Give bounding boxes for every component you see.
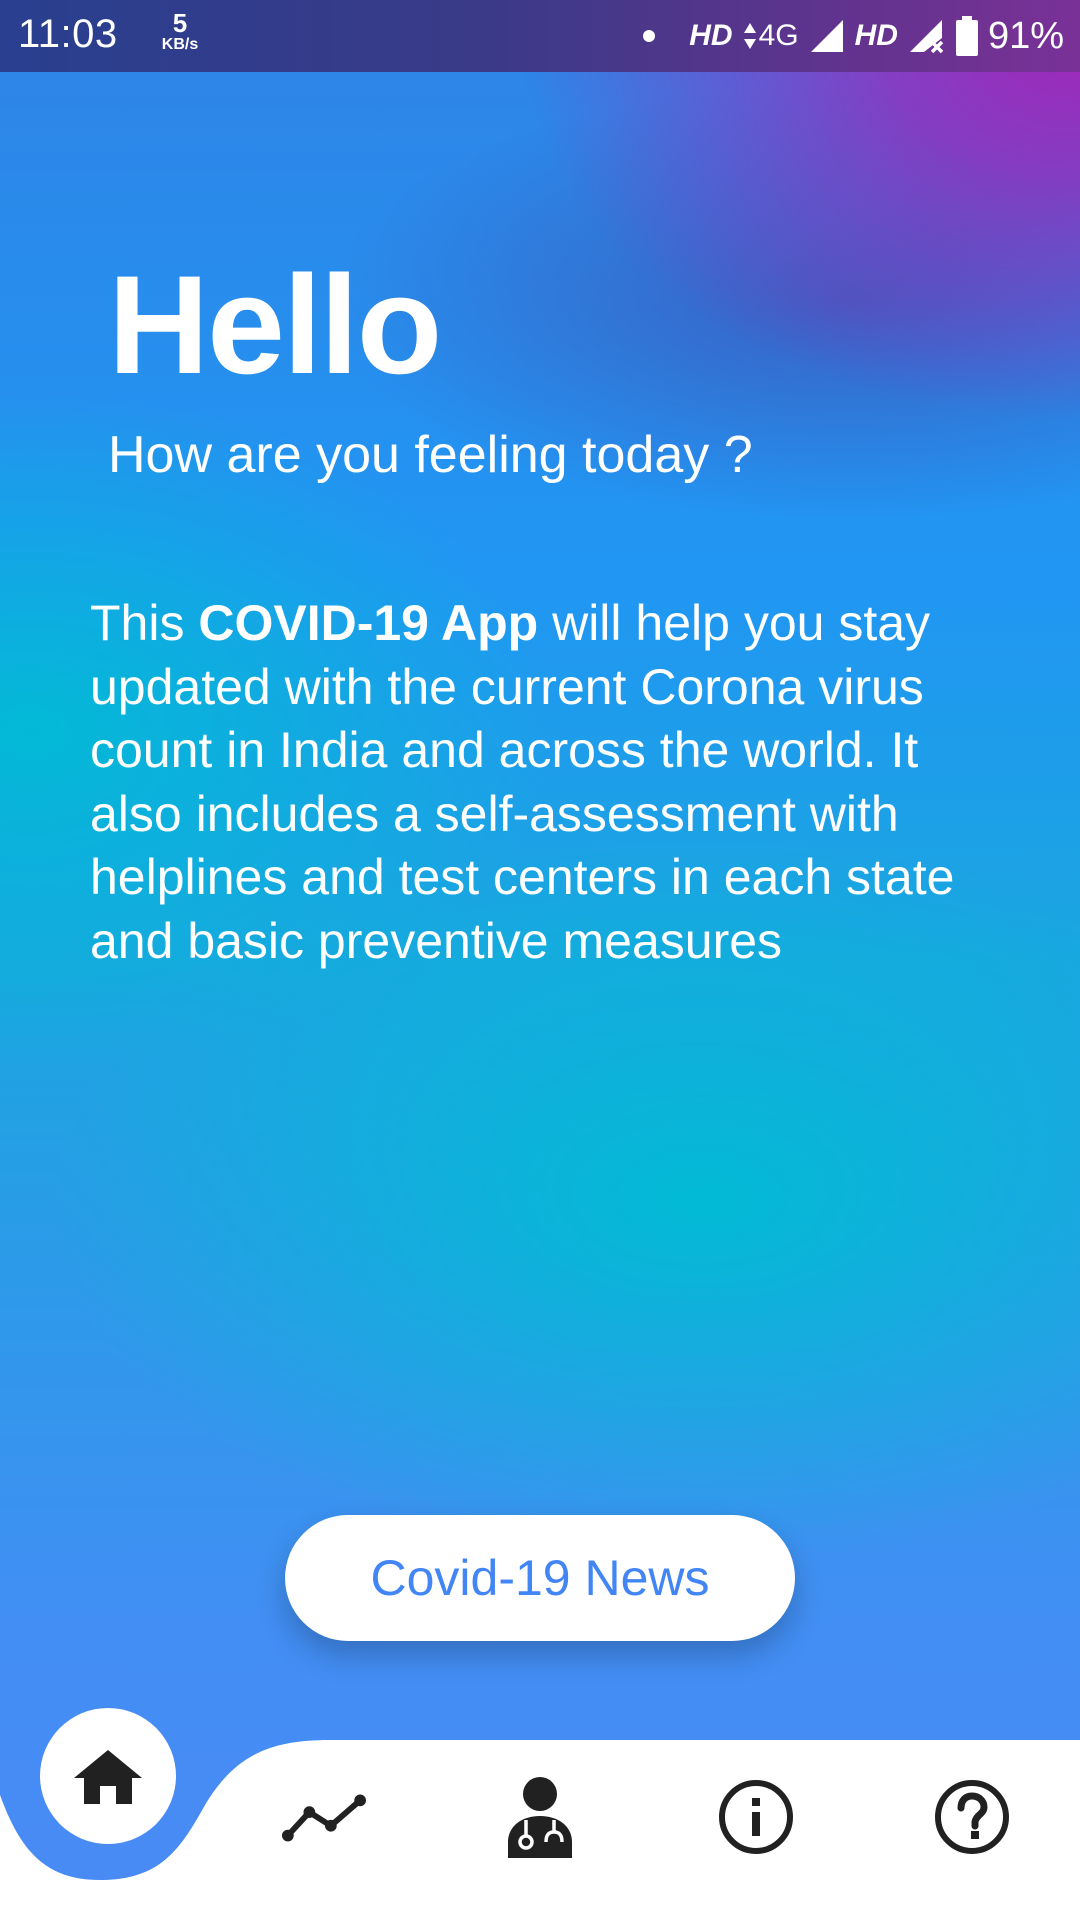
description-app-name: COVID-19 App — [198, 595, 539, 651]
data-activity: 4G — [743, 19, 799, 53]
covid-news-button[interactable]: Covid-19 News — [285, 1515, 795, 1641]
nav-info-button[interactable] — [714, 1775, 798, 1859]
greeting-title: Hello — [108, 246, 442, 403]
nav-stats-button[interactable] — [282, 1775, 366, 1859]
network-type-label: 4G — [758, 19, 799, 52]
app-description: This COVID-19 App will help you stay upd… — [90, 592, 1010, 973]
data-arrows-icon — [743, 23, 756, 49]
nav-help-button[interactable] — [930, 1775, 1014, 1859]
help-icon — [935, 1780, 1009, 1854]
home-icon — [74, 1750, 142, 1804]
app-screen: 11:03 5 KB/s HD 4G HD 91% Hello How are … — [0, 0, 1080, 1920]
signal-no-service-icon — [909, 20, 944, 54]
notification-dot-icon — [643, 30, 656, 42]
status-icons: HD 4G HD 91% — [643, 12, 1064, 60]
status-time: 11:03 — [18, 12, 118, 56]
greeting-subtitle: How are you feeling today ? — [108, 426, 753, 484]
network-speed-unit: KB/s — [161, 36, 199, 53]
info-icon — [719, 1780, 793, 1854]
status-bar: 11:03 5 KB/s HD 4G HD 91% — [0, 0, 1080, 72]
description-rest: will help you stay updated with the curr… — [90, 595, 955, 969]
hd-label-1: HD — [689, 19, 733, 52]
doctor-icon — [508, 1777, 572, 1858]
network-speed-value: 5 — [172, 8, 188, 38]
battery-percent: 91% — [987, 14, 1064, 57]
nav-doctor-button[interactable] — [498, 1775, 582, 1859]
network-speed: 5 KB/s — [155, 10, 205, 54]
signal-strength-icon — [810, 20, 843, 52]
battery-icon — [955, 16, 978, 56]
nav-home-button[interactable] — [40, 1708, 176, 1844]
description-prefix: This — [90, 595, 199, 651]
hd-label-2: HD — [854, 19, 898, 52]
stats-trend-icon — [282, 1794, 366, 1842]
